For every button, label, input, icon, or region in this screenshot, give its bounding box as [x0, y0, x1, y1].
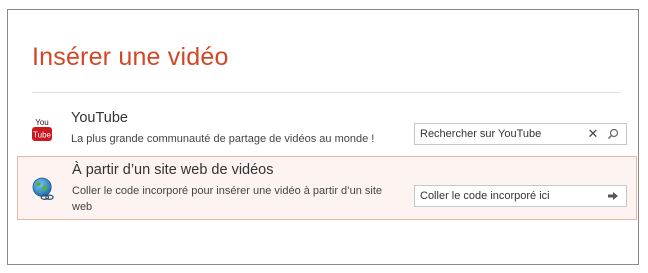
embed-code-input[interactable]: Coller le code incorporé ici — [414, 185, 627, 207]
website-description: Coller le code incorporé pour insérer un… — [72, 185, 383, 213]
youtube-icon: You Tube — [32, 118, 52, 141]
youtube-title: YouTube — [71, 110, 128, 126]
youtube-icon-tube: Tube — [33, 131, 51, 140]
dialog-title: Insérer une vidéo — [32, 43, 229, 71]
youtube-icon-you: You — [35, 118, 49, 127]
globe-link-icon — [32, 177, 54, 200]
website-title: À partir d’un site web de vidéos — [72, 162, 274, 178]
insert-video-dialog: Insérer une vidéo You Tube YouTube La pl… — [7, 9, 639, 265]
youtube-search-placeholder: Rechercher sur YouTube — [420, 128, 542, 140]
search-icon[interactable] — [605, 126, 621, 142]
youtube-search-input[interactable]: Rechercher sur YouTube ✕ — [414, 123, 627, 145]
website-source-row[interactable]: À partir d’un site web de vidéos Coller … — [17, 156, 637, 220]
youtube-description: La plus grande communauté de partage de … — [71, 133, 375, 145]
arrow-right-icon[interactable] — [605, 188, 621, 204]
close-icon[interactable]: ✕ — [585, 126, 601, 142]
title-divider — [32, 92, 621, 93]
embed-code-placeholder: Coller le code incorporé ici — [420, 190, 550, 202]
youtube-source-row[interactable]: You Tube YouTube La plus grande communau… — [17, 102, 637, 160]
